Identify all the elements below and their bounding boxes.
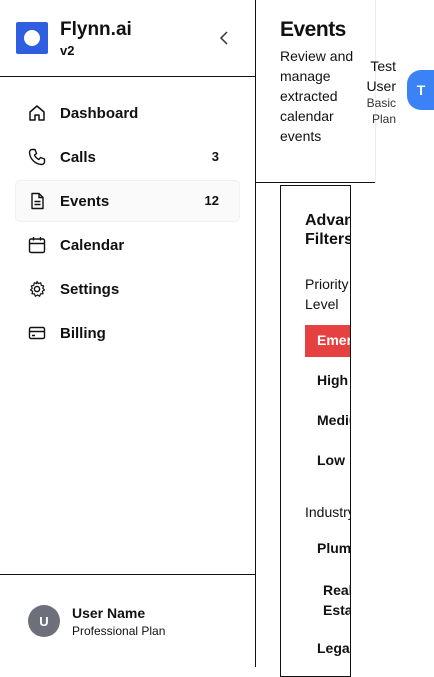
header-divider	[256, 182, 375, 183]
phone-icon	[28, 148, 46, 166]
filter-option-label: Medium	[317, 412, 350, 428]
sidebar-user-plan: Professional Plan	[72, 624, 166, 638]
priority-option-high[interactable]: High	[305, 365, 350, 397]
brand-version: v2	[60, 43, 75, 58]
filter-option-label: Low	[317, 452, 345, 468]
sidebar-user-name: User Name	[72, 605, 146, 621]
filter-option-label: Emergency	[317, 332, 351, 348]
sidebar-item-dashboard[interactable]: Dashboard	[16, 93, 239, 133]
filter-option-label: Real Estate	[323, 582, 351, 618]
filters-title-line: Filters	[305, 231, 351, 248]
brand-logo	[16, 22, 48, 54]
priority-option-low[interactable]: Low	[305, 445, 350, 477]
sidebar-divider	[0, 76, 255, 77]
account-avatar-button[interactable]: T	[407, 70, 434, 110]
filters-title: Advanced Filters	[305, 211, 351, 249]
page-description: Review and manage extracted calendar eve…	[280, 48, 354, 144]
sidebar-item-label: Calendar	[60, 237, 125, 254]
page-title: Events	[280, 18, 346, 41]
account-name: Test User	[366, 58, 396, 94]
sidebar-item-calendar[interactable]: Calendar	[16, 225, 239, 265]
sidebar-item-label: Dashboard	[60, 105, 139, 122]
sidebar: Flynn.ai v2 Dashboard Calls 3 Events 12	[0, 0, 256, 667]
avatar[interactable]: U	[28, 605, 60, 637]
industry-label: Industry	[305, 504, 351, 520]
account-plan: Basic Plan	[366, 96, 396, 126]
nav-count: 3	[211, 149, 219, 164]
industry-option-legal[interactable]: Legal	[305, 633, 351, 665]
brand-name: Flynn.ai	[60, 19, 132, 40]
sidebar-item-billing[interactable]: Billing	[16, 313, 239, 353]
priority-option-medium[interactable]: Medium	[305, 405, 350, 437]
document-icon	[31, 192, 44, 210]
industry-option-real-estate[interactable]: Real Estate	[305, 578, 351, 624]
credit-card-icon	[28, 326, 46, 340]
sidebar-item-label: Events	[60, 193, 110, 210]
collapse-sidebar-button[interactable]	[214, 27, 236, 49]
sidebar-item-calls[interactable]: Calls 3	[16, 137, 239, 177]
chevron-left-icon	[219, 31, 228, 45]
priority-option-emergency[interactable]: Emergency	[305, 325, 351, 357]
priority-level-label: Priority Level	[305, 276, 349, 312]
sidebar-item-label: Billing	[60, 325, 106, 342]
gear-icon	[29, 280, 46, 297]
advanced-filters-panel: Advanced Filters Priority Level Emergenc…	[280, 185, 351, 677]
sidebar-item-label: Settings	[60, 281, 120, 298]
industry-option-plumbing[interactable]: Plumbing	[305, 533, 351, 565]
sidebar-divider	[0, 574, 255, 575]
filter-option-label: High	[317, 372, 349, 388]
sidebar-item-label: Calls	[60, 149, 96, 166]
sidebar-item-events[interactable]: Events 12	[16, 181, 239, 221]
filter-option-label: Plumbing	[317, 540, 351, 556]
home-icon	[29, 105, 45, 121]
calendar-icon	[28, 237, 46, 254]
nav-count: 12	[204, 193, 219, 208]
filters-title-line: Advanced	[305, 212, 350, 229]
filter-option-label: Legal	[317, 640, 351, 656]
sidebar-item-settings[interactable]: Settings	[16, 269, 239, 309]
